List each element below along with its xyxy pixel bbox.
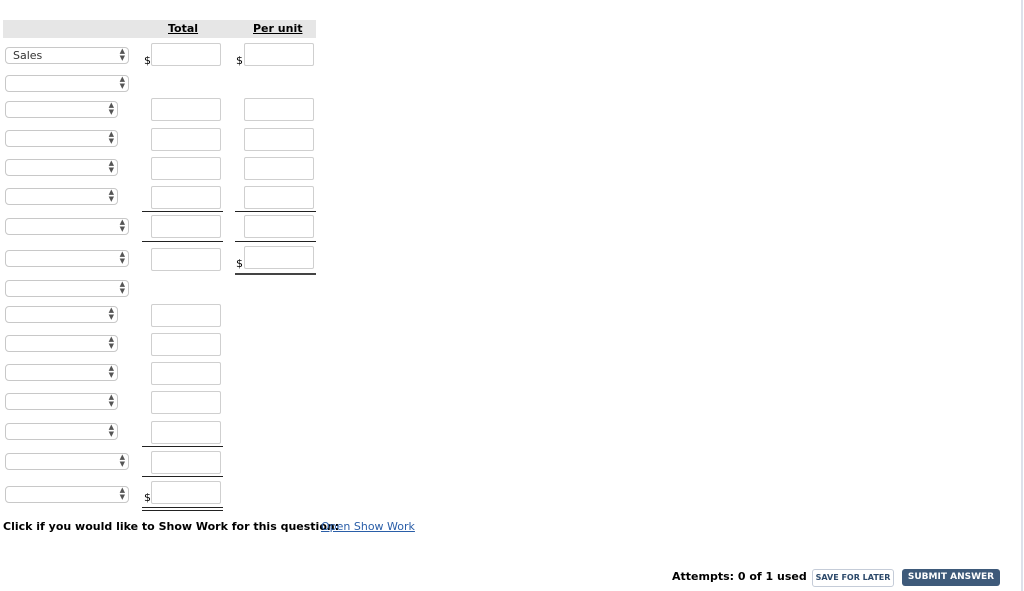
total-input[interactable] (151, 421, 221, 444)
row-select-sales[interactable]: Sales ▲ ▼ (5, 47, 129, 64)
total-input[interactable] (151, 98, 221, 121)
updown-arrows-icon: ▲ ▼ (108, 364, 114, 379)
total-input[interactable] (151, 248, 221, 271)
total-input[interactable] (151, 186, 221, 209)
row-select[interactable]: ▲ ▼ (5, 159, 118, 176)
dollar-sign: $ (236, 257, 243, 270)
row-select[interactable]: ▲ ▼ (5, 486, 129, 503)
total-input[interactable] (151, 157, 221, 180)
underline (142, 211, 223, 212)
row-select[interactable]: ▲ ▼ (5, 130, 118, 147)
updown-arrows-icon: ▲ ▼ (119, 486, 125, 501)
total-input[interactable] (151, 362, 221, 385)
attempts-counter: Attempts: 0 of 1 used (672, 570, 807, 583)
row-select[interactable]: ▲ ▼ (5, 188, 118, 205)
row-select[interactable]: ▲ ▼ (5, 453, 129, 470)
open-show-work-link[interactable]: Open Show Work (321, 520, 415, 533)
show-work-prompt: Click if you would like to Show Work for… (3, 520, 340, 533)
row-select[interactable]: ▲ ▼ (5, 280, 129, 297)
submit-answer-button[interactable]: SUBMIT ANSWER (902, 569, 1000, 586)
row-select[interactable]: ▲ ▼ (5, 364, 118, 381)
per-unit-input[interactable] (244, 246, 314, 269)
row-select[interactable]: ▲ ▼ (5, 250, 129, 267)
underline (142, 241, 223, 242)
save-for-later-button[interactable]: SAVE FOR LATER (812, 569, 894, 587)
row-select[interactable]: ▲ ▼ (5, 101, 118, 118)
total-input[interactable] (151, 391, 221, 414)
total-input-final[interactable] (151, 481, 221, 504)
row-select[interactable]: ▲ ▼ (5, 335, 118, 352)
total-input[interactable] (151, 128, 221, 151)
per-unit-input[interactable] (244, 98, 314, 121)
underline (235, 211, 316, 212)
total-input[interactable] (151, 333, 221, 356)
total-input-sales[interactable] (151, 43, 221, 66)
dollar-sign: $ (144, 491, 151, 504)
column-header-total: Total (168, 22, 199, 35)
updown-arrows-icon: ▲ ▼ (119, 75, 125, 90)
row-select[interactable]: ▲ ▼ (5, 306, 118, 323)
updown-arrows-icon: ▲ ▼ (108, 101, 114, 116)
updown-arrows-icon: ▲ ▼ (119, 47, 125, 62)
updown-arrows-icon: ▲ ▼ (108, 423, 114, 438)
row-select[interactable]: ▲ ▼ (5, 75, 129, 92)
double-underline (142, 507, 223, 511)
updown-arrows-icon: ▲ ▼ (108, 335, 114, 350)
row-select[interactable]: ▲ ▼ (5, 423, 118, 440)
total-input[interactable] (151, 304, 221, 327)
updown-arrows-icon: ▲ ▼ (108, 188, 114, 203)
row-select[interactable]: ▲ ▼ (5, 393, 118, 410)
updown-arrows-icon: ▲ ▼ (119, 250, 125, 265)
updown-arrows-icon: ▲ ▼ (119, 280, 125, 295)
column-header-per-unit: Per unit (253, 22, 303, 35)
dollar-sign: $ (236, 54, 243, 67)
updown-arrows-icon: ▲ ▼ (108, 306, 114, 321)
updown-arrows-icon: ▲ ▼ (119, 453, 125, 468)
dollar-sign: $ (144, 54, 151, 67)
updown-arrows-icon: ▲ ▼ (108, 130, 114, 145)
updown-arrows-icon: ▲ ▼ (108, 159, 114, 174)
row-select[interactable]: ▲ ▼ (5, 218, 129, 235)
per-unit-input-sales[interactable] (244, 43, 314, 66)
per-unit-input[interactable] (244, 215, 314, 238)
updown-arrows-icon: ▲ ▼ (119, 218, 125, 233)
per-unit-input[interactable] (244, 128, 314, 151)
underline (235, 241, 316, 242)
underline (142, 476, 223, 477)
per-unit-input[interactable] (244, 157, 314, 180)
total-input[interactable] (151, 215, 221, 238)
underline (235, 273, 316, 275)
updown-arrows-icon: ▲ ▼ (108, 393, 114, 408)
per-unit-input[interactable] (244, 186, 314, 209)
page-border (1021, 0, 1023, 591)
total-input[interactable] (151, 451, 221, 474)
underline (142, 446, 223, 447)
